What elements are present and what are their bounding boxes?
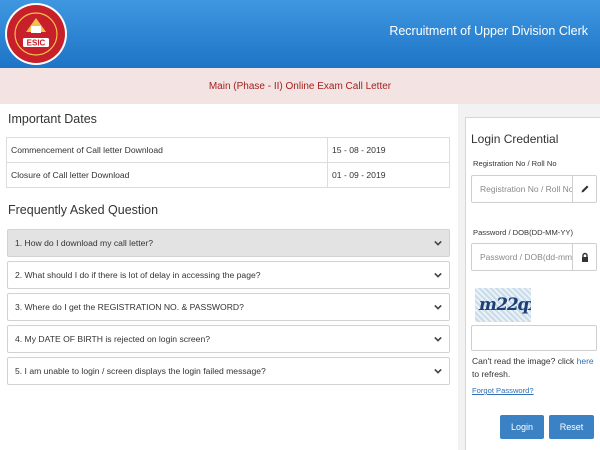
- faq-item-4[interactable]: 4. My DATE OF BIRTH is rejected on login…: [7, 325, 450, 353]
- captcha-text: m22qx: [477, 295, 531, 315]
- date-value: 01 - 09 - 2019: [327, 162, 450, 188]
- password-field: [471, 243, 597, 271]
- faq-item-3[interactable]: 3. Where do I get the REGISTRATION NO. &…: [7, 293, 450, 321]
- pencil-icon: [572, 176, 596, 202]
- esic-logo: ESIC: [5, 3, 67, 65]
- header-bar: ESIC Recruitment of Upper Division Clerk: [0, 0, 600, 68]
- faq-item-2[interactable]: 2. What should I do if there is lot of d…: [7, 261, 450, 289]
- registration-label: Registration No / Roll No: [473, 159, 557, 168]
- login-button[interactable]: Login: [500, 415, 544, 439]
- chevron-down-icon: [434, 272, 442, 278]
- password-input[interactable]: [472, 244, 572, 270]
- page-subtitle-bar: Main (Phase - II) Online Exam Call Lette…: [0, 68, 600, 104]
- reset-button[interactable]: Reset: [549, 415, 594, 439]
- faq-question: 1. How do I download my call letter?: [15, 238, 154, 248]
- faq-question: 5. I am unable to login / screen display…: [15, 366, 266, 376]
- faq-title: Frequently Asked Question: [8, 203, 159, 217]
- faq-question: 3. Where do I get the REGISTRATION NO. &…: [15, 302, 244, 312]
- table-row: Closure of Call letter Download 01 - 09 …: [6, 162, 450, 188]
- page-subtitle: Main (Phase - II) Online Exam Call Lette…: [208, 80, 392, 92]
- table-row: Commencement of Call letter Download 15 …: [6, 137, 450, 163]
- chevron-down-icon: [434, 368, 442, 374]
- chevron-down-icon: [434, 240, 442, 246]
- important-dates-table: Commencement of Call letter Download 15 …: [6, 137, 450, 188]
- registration-input[interactable]: [472, 176, 572, 202]
- chevron-down-icon: [434, 304, 442, 310]
- faq-item-1[interactable]: 1. How do I download my call letter?: [7, 229, 450, 257]
- faq-item-5[interactable]: 5. I am unable to login / screen display…: [7, 357, 450, 385]
- forgot-password-link[interactable]: Forgot Password?: [472, 386, 534, 395]
- svg-text:ESIC: ESIC: [27, 39, 46, 48]
- registration-field: [471, 175, 597, 203]
- login-title: Login Credential: [471, 132, 559, 146]
- captcha-refresh-text: Can't read the image? click here to refr…: [472, 356, 594, 379]
- lock-icon: [572, 244, 596, 270]
- captcha-refresh-link[interactable]: here: [577, 356, 594, 366]
- date-value: 15 - 08 - 2019: [327, 137, 450, 163]
- faq-question: 4. My DATE OF BIRTH is rejected on login…: [15, 334, 211, 344]
- faq-question: 2. What should I do if there is lot of d…: [15, 270, 261, 280]
- password-label: Password / DOB(DD-MM-YY): [473, 228, 573, 237]
- header-title: Recruitment of Upper Division Clerk: [389, 24, 588, 38]
- chevron-down-icon: [434, 336, 442, 342]
- date-label: Closure of Call letter Download: [6, 162, 328, 188]
- important-dates-title: Important Dates: [8, 112, 97, 126]
- date-label: Commencement of Call letter Download: [6, 137, 328, 163]
- captcha-image: m22qx: [475, 288, 531, 322]
- captcha-input[interactable]: [471, 325, 597, 351]
